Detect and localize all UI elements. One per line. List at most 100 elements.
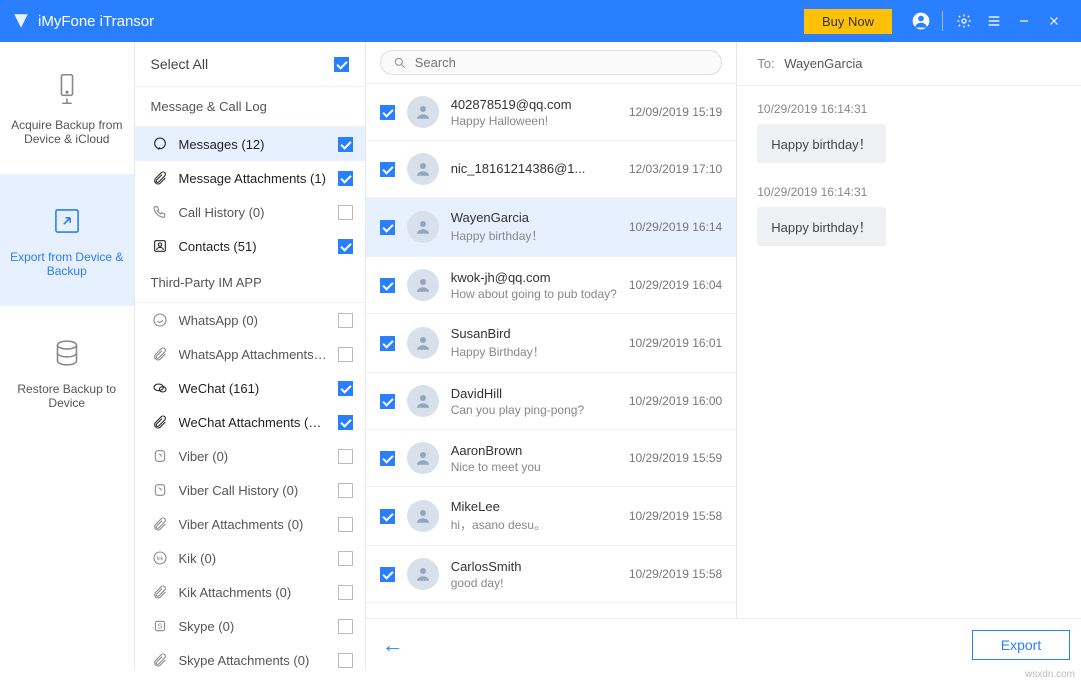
category-item[interactable]: Messages (12) [135,127,365,161]
category-checkbox[interactable] [338,619,353,634]
category-item[interactable]: Skype Attachments (0) [135,643,365,670]
category-label: Skype (0) [179,619,328,634]
category-checkbox[interactable] [338,483,353,498]
close-button[interactable] [1039,6,1069,36]
category-label: Skype Attachments (0) [179,653,328,668]
message-row[interactable]: MikeLee hi，asano desu。 10/29/2019 15:58 [366,487,737,546]
nav-export[interactable]: Export from Device & Backup [0,174,134,306]
message-checkbox[interactable] [380,336,395,351]
message-row[interactable]: DavidHill Can you play ping-pong? 10/29/… [366,373,737,430]
category-label: Contacts (51) [179,239,328,254]
category-checkbox[interactable] [338,653,353,668]
export-button[interactable]: Export [972,630,1070,660]
category-checkbox[interactable] [338,205,353,220]
message-time: 10/29/2019 15:59 [629,451,722,465]
message-row[interactable]: CarlosSmith good day! 10/29/2019 15:58 [366,546,737,603]
message-row[interactable]: nic_18161214386@1... 12/03/2019 17:10 [366,141,737,198]
search-icon [393,56,407,70]
message-row[interactable]: 402878519@qq.com Happy Halloween! 12/09/… [366,84,737,141]
category-checkbox[interactable] [338,585,353,600]
message-preview: Happy Birthday！ [451,343,617,360]
back-button[interactable]: ← [382,632,404,658]
message-row[interactable]: kwok-jh@qq.com How about going to pub to… [366,257,737,314]
message-time: 10/29/2019 16:04 [629,278,722,292]
chat-bubble: Happy birthday！ [757,124,885,163]
chat-bubble: Happy birthday！ [757,207,885,246]
category-checkbox[interactable] [338,137,353,152]
category-checkbox[interactable] [338,551,353,566]
category-item[interactable]: S Skype (0) [135,609,365,643]
category-column: Select All Message & Call Log Messages (… [135,42,366,670]
category-item[interactable]: WhatsApp (0) [135,303,365,337]
message-checkbox[interactable] [380,394,395,409]
category-checkbox[interactable] [338,313,353,328]
bottom-bar: ← Export [366,618,1081,670]
select-all-checkbox[interactable] [334,57,349,72]
message-row[interactable]: SusanBird Happy Birthday！ 10/29/2019 16:… [366,314,737,373]
message-checkbox[interactable] [380,451,395,466]
buy-now-button[interactable]: Buy Now [804,9,892,34]
avatar-icon [407,500,439,532]
skype-icon: S [151,618,169,634]
user-icon[interactable] [906,6,936,36]
menu-icon[interactable] [979,6,1009,36]
category-checkbox[interactable] [338,381,353,396]
clip-icon [151,516,169,532]
category-item[interactable]: Viber (0) [135,439,365,473]
message-time: 10/29/2019 15:58 [629,509,722,523]
avatar-icon [407,327,439,359]
category-item[interactable]: WeChat Attachments (33... [135,405,365,439]
watermark: wsxdn.com [1025,669,1075,680]
category-checkbox[interactable] [338,171,353,186]
category-checkbox[interactable] [338,517,353,532]
category-label: Kik (0) [179,551,328,566]
viber-icon [151,482,169,498]
gear-icon[interactable] [949,6,979,36]
category-label: Viber Call History (0) [179,483,328,498]
category-item[interactable]: Kik Attachments (0) [135,575,365,609]
nav-acquire-backup[interactable]: Acquire Backup from Device & iCloud [0,42,134,174]
category-checkbox[interactable] [338,347,353,362]
message-checkbox[interactable] [380,567,395,582]
message-checkbox[interactable] [380,509,395,524]
category-item[interactable]: WeChat (161) [135,371,365,405]
message-time: 10/29/2019 16:00 [629,394,722,408]
search-input[interactable] [415,55,710,70]
category-item[interactable]: Message Attachments (1) [135,161,365,195]
nav-restore[interactable]: Restore Backup to Device [0,306,134,438]
category-label: WeChat (161) [179,381,328,396]
category-label: WhatsApp (0) [179,313,328,328]
contact-icon [151,238,169,254]
message-row[interactable]: WayenGarcia Happy birthday！ 10/29/2019 1… [366,198,737,257]
message-checkbox[interactable] [380,162,395,177]
select-all-row[interactable]: Select All [135,42,365,87]
avatar-icon [407,269,439,301]
message-preview: good day! [451,576,617,590]
message-row[interactable]: AaronBrown Nice to meet you 10/29/2019 1… [366,430,737,487]
message-time: 10/29/2019 15:58 [629,567,722,581]
message-checkbox[interactable] [380,278,395,293]
category-label: Message Attachments (1) [179,171,328,186]
message-preview: How about going to pub today? [451,287,617,301]
category-item[interactable]: kik Kik (0) [135,541,365,575]
chat-icon [151,136,169,152]
category-label: WeChat Attachments (33... [179,415,328,430]
category-checkbox[interactable] [338,415,353,430]
avatar-icon [407,385,439,417]
avatar-icon [407,96,439,128]
chat-timestamp: 10/29/2019 16:14:31 [757,185,1061,199]
message-checkbox[interactable] [380,105,395,120]
message-checkbox[interactable] [380,220,395,235]
clip-icon [151,584,169,600]
wechat-icon [151,380,169,396]
category-checkbox[interactable] [338,239,353,254]
message-sender: DavidHill [451,386,617,401]
category-checkbox[interactable] [338,449,353,464]
category-item[interactable]: Contacts (51) [135,229,365,263]
category-item[interactable]: WhatsApp Attachments (0) [135,337,365,371]
minimize-button[interactable] [1009,6,1039,36]
category-item[interactable]: Viber Call History (0) [135,473,365,507]
category-item[interactable]: Call History (0) [135,195,365,229]
category-item[interactable]: Viber Attachments (0) [135,507,365,541]
search-box[interactable] [380,50,723,75]
